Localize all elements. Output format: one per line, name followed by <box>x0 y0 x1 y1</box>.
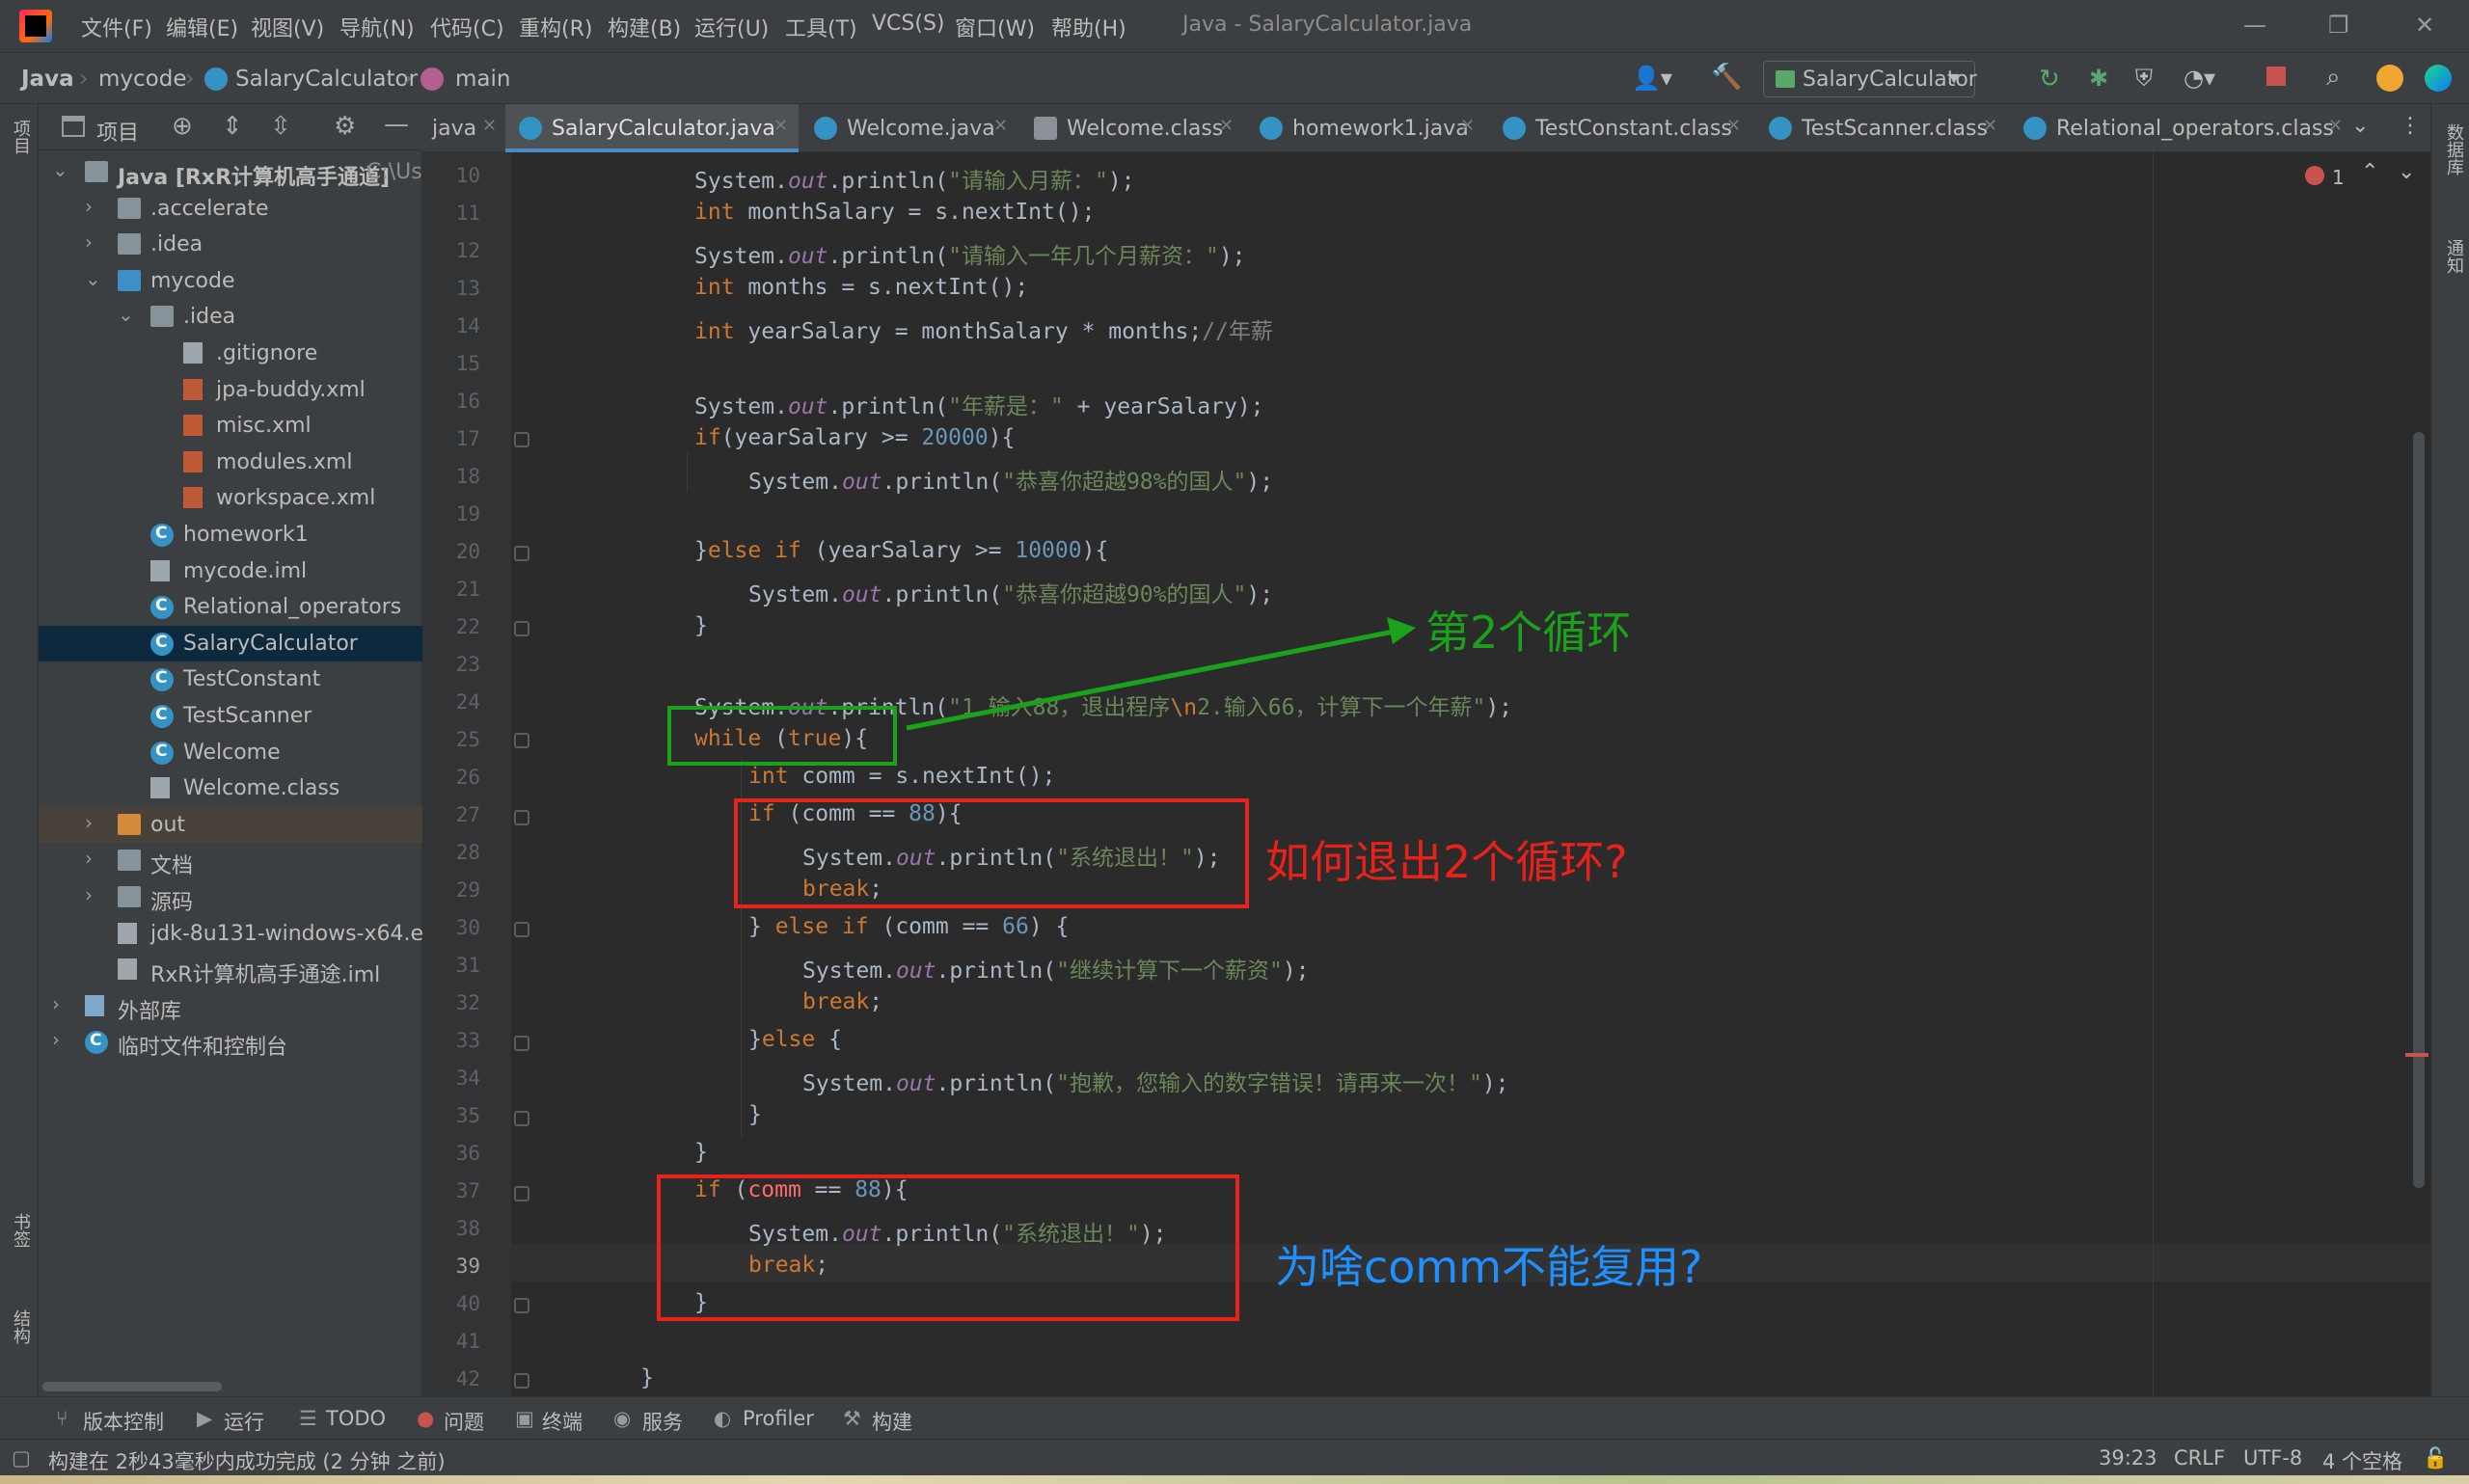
tool-problems[interactable]: 问题 <box>444 1407 484 1436</box>
profiler-icon: ◐ <box>714 1407 732 1430</box>
tool-build[interactable]: 构建 <box>872 1407 912 1436</box>
indent-setting[interactable]: 4 个空格 <box>2322 1446 2402 1475</box>
tool-profiler[interactable]: Profiler <box>743 1407 814 1430</box>
loop-annotation-label: 第2个循环 <box>1425 607 1632 659</box>
vcs-icon: ⑂ <box>56 1407 68 1430</box>
desktop-background-strip <box>0 1475 2469 1484</box>
status-bar: ▢ 构建在 2秒43毫秒内成功完成 (2 分钟 之前) 39:23 CRLF U… <box>0 1439 2469 1475</box>
line-separator[interactable]: CRLF <box>2174 1446 2225 1470</box>
while-loop-highlight-box <box>667 706 897 766</box>
exit-question-label: 如何退出2个循环? <box>1265 836 1628 888</box>
tool-todo[interactable]: TODO <box>326 1407 386 1430</box>
comm-reuse-highlight-box <box>657 1174 1239 1321</box>
caret-position[interactable]: 39:23 <box>2099 1446 2157 1470</box>
tool-services[interactable]: 服务 <box>642 1407 683 1436</box>
tool-terminal[interactable]: 终端 <box>542 1407 583 1436</box>
build-icon: ⚒ <box>843 1407 861 1430</box>
break-block-highlight-box <box>734 798 1249 908</box>
problems-icon: ● <box>417 1407 435 1430</box>
reuse-question-label: 为啥comm不能复用? <box>1275 1241 1703 1293</box>
tool-vcs[interactable]: 版本控制 <box>83 1407 164 1436</box>
terminal-icon: ▣ <box>515 1407 534 1430</box>
tool-window-bar: ⑂ 版本控制 ▶ 运行 ☰ TODO ● 问题 ▣ 终端 ◉ 服务 ◐ Prof… <box>0 1396 2469 1439</box>
status-message[interactable]: 构建在 2秒43毫秒内成功完成 (2 分钟 之前) <box>48 1446 446 1475</box>
services-icon: ◉ <box>613 1407 632 1430</box>
run-icon: ▶ <box>197 1407 213 1430</box>
tool-run[interactable]: 运行 <box>224 1407 264 1436</box>
file-encoding[interactable]: UTF-8 <box>2243 1446 2302 1470</box>
todo-icon: ☰ <box>299 1407 317 1430</box>
status-panel-icon[interactable]: ▢ <box>12 1446 31 1470</box>
lock-icon[interactable]: 🔓 <box>2423 1446 2448 1471</box>
